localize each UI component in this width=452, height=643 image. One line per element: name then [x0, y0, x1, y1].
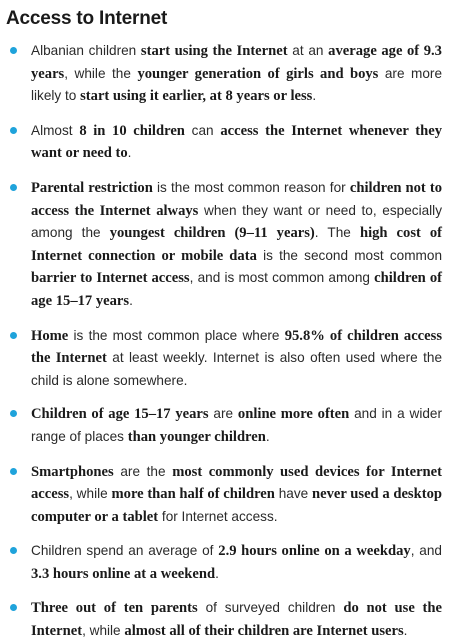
bullet-text: . The	[314, 225, 360, 241]
bullet-text: , while the	[64, 65, 138, 81]
bullet-emphasis-text: 3.3 hours online at a weekend	[31, 565, 216, 582]
bullet-item: Albanian children start using the Intern…	[6, 40, 442, 108]
bullet-text: for Internet access.	[158, 508, 278, 524]
bullet-emphasis-text: younger generation of girls and boys	[137, 65, 379, 82]
bullet-list: Albanian children start using the Intern…	[6, 40, 442, 643]
bullet-text: is the second most common	[256, 247, 442, 263]
bullet-text: Children spend an average of	[31, 543, 219, 559]
bullet-emphasis-text: Parental restriction	[31, 179, 153, 196]
bullet-item: Almost 8 in 10 children can access the I…	[6, 120, 442, 165]
bullet-text: are the	[113, 463, 173, 479]
bullet-emphasis-text: Home	[31, 327, 69, 344]
bullet-text: is the most common reason for	[152, 179, 350, 195]
document-page: Access to Internet Albanian children sta…	[0, 0, 452, 639]
bullet-text: Almost	[31, 122, 80, 138]
bullet-text: .	[265, 428, 270, 444]
bullet-dot-icon	[10, 467, 17, 475]
bullet-item: Children of age 15–17 years are online m…	[6, 403, 442, 448]
bullet-emphasis-text: Children of age 15–17 years	[31, 406, 209, 423]
bullet-emphasis-text: Smartphones	[31, 463, 114, 480]
bullet-dot-icon	[10, 331, 17, 339]
bullet-emphasis-text: barrier to Internet access	[31, 270, 190, 287]
bullet-emphasis-text: youngest children (9–11 years)	[109, 225, 315, 242]
bullet-text: are	[208, 406, 238, 422]
bullet-text: .	[215, 565, 219, 581]
bullet-item: Home is the most common place where 95.8…	[6, 325, 442, 392]
bullet-emphasis-text: more than half of children	[111, 486, 275, 503]
bullet-text: , and is most common among	[189, 270, 375, 286]
bullet-text: , and	[410, 543, 442, 559]
bullet-dot-icon	[10, 47, 17, 54]
bullet-emphasis-text: 8 in 10 children	[79, 122, 185, 139]
bullet-dot-icon	[10, 126, 17, 134]
bullet-emphasis-text: Three out of ten parents	[31, 600, 198, 617]
bullet-item: Children spend an average of 2.9 hours o…	[6, 540, 442, 585]
bullet-dot-icon	[10, 547, 17, 555]
bullet-text: .	[129, 292, 133, 308]
bullet-text: of surveyed children	[197, 600, 344, 616]
bullet-dot-icon	[10, 183, 17, 191]
bullet-emphasis-text: start using it earlier, at 8 years or le…	[80, 88, 313, 105]
bullet-emphasis-text: online more often	[237, 406, 350, 423]
bullet-text: at an	[287, 43, 329, 58]
bullet-item: Three out of ten parents of surveyed chi…	[6, 597, 442, 642]
bullet-text: have	[274, 486, 312, 502]
bullet-text: can	[184, 122, 221, 138]
bullet-emphasis-text: than younger children	[127, 428, 266, 445]
bullet-text: .	[127, 145, 132, 161]
bullet-text: , while	[82, 623, 125, 639]
bullet-emphasis-text: start using the Internet	[140, 43, 288, 59]
section-title: Access to Internet	[6, 8, 168, 29]
bullet-text: Albanian children	[31, 43, 141, 58]
bullet-emphasis-text: almost all of their children are Interne…	[124, 623, 404, 640]
bullet-dot-icon	[10, 410, 17, 418]
bullet-emphasis-text: 2.9 hours online on a weekday	[218, 543, 411, 560]
bullet-text: , while	[69, 486, 112, 502]
bullet-text: .	[312, 88, 317, 104]
bullet-item: Smartphones are the most commonly used d…	[6, 461, 442, 529]
bullet-dot-icon	[10, 604, 17, 612]
bullet-text: is the most common place where	[68, 327, 285, 343]
bullet-text: .	[403, 623, 408, 639]
bullet-item: Parental restriction is the most common …	[6, 177, 442, 313]
